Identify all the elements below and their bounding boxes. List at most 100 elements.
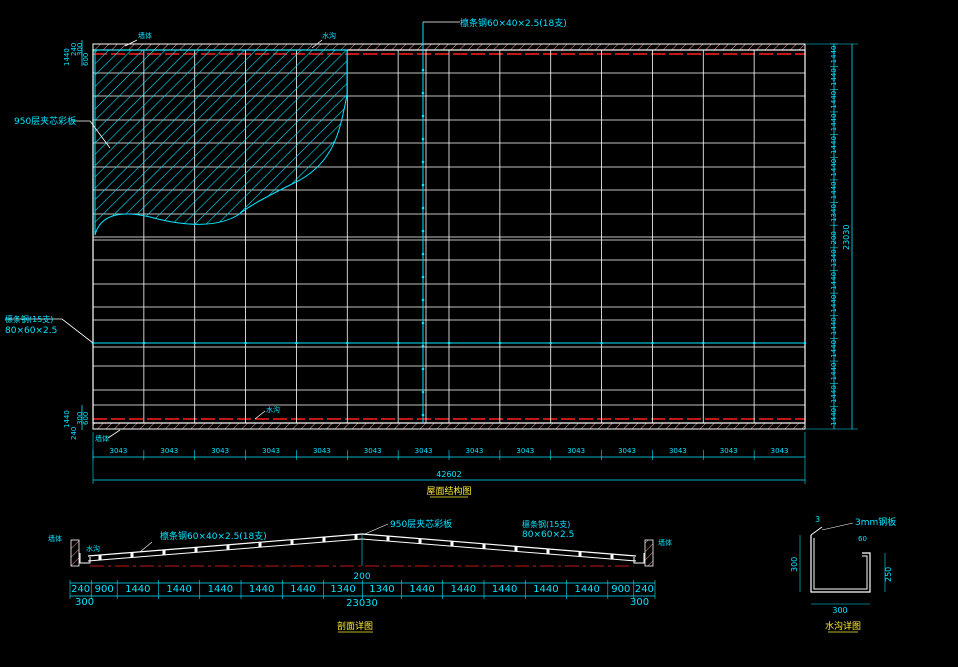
bay-dim: 3043	[720, 447, 738, 455]
plan-title: 屋面结构图	[426, 485, 471, 497]
bay-dim: 3043	[669, 447, 687, 455]
section-dim: 1440	[249, 584, 274, 595]
section-end-right: 300	[630, 597, 649, 608]
gutter-plate-label: 3mm钢板	[855, 516, 896, 528]
section-dim: 1440	[451, 584, 476, 595]
section-left-tag: 墙体	[48, 534, 62, 543]
section-right-gutter	[633, 553, 645, 564]
gutter-depth-left: 300	[790, 557, 799, 572]
right-dim: 1440	[830, 363, 838, 381]
top-gutter-tag: 水沟	[322, 31, 336, 40]
roof-plan: 墙体 水沟 檩条钢60×40×2.5(18支) 950层夹芯彩板 檩条钢(15支…	[5, 17, 858, 498]
right-dim: 1440	[830, 385, 838, 403]
right-dim: 1440	[830, 408, 838, 426]
svg-text:240: 240	[70, 427, 78, 440]
left-dim-bottom: 1440 240 300 600	[63, 405, 90, 440]
bay-dim: 3043	[110, 447, 128, 455]
right-dim: 1440	[830, 272, 838, 290]
gutter-section-outer	[810, 535, 871, 593]
bottom-gutter-tag: 水沟	[266, 405, 280, 414]
section-dim: 1440	[290, 584, 315, 595]
right-dim: 1440	[830, 181, 838, 199]
section-end-left: 300	[75, 597, 94, 608]
top-wall	[92, 43, 806, 51]
section-right-tag: 墙体	[658, 538, 672, 547]
section-title: 剖面详图	[337, 620, 373, 632]
sheet-label: 950层夹芯彩板	[14, 115, 76, 127]
section-dim: 240	[635, 584, 654, 595]
section-purlin	[322, 537, 326, 543]
section-purlin	[514, 546, 518, 552]
bay-dim: 3043	[211, 447, 229, 455]
truss-label-1: 檩条钢(15支)	[5, 314, 53, 324]
right-dimension-chain: 23030 1440 1440 1440 1440 1440 1440 1440 1340 20…	[805, 43, 858, 430]
section-purlin	[450, 541, 454, 547]
left-dim-top: 1440 240 300 600	[63, 40, 90, 66]
section-dimension-chain: 240 900 1440 1440 1440 1440 1440 1340 1340 1440 14…	[69, 580, 656, 599]
bay-dim: 3043	[466, 447, 484, 455]
gutter-depth-right: 250	[884, 567, 893, 582]
section-dim: 1440	[533, 584, 558, 595]
roof-structure-drawing: 墙体 水沟 檩条钢60×40×2.5(18支) 950层夹芯彩板 檩条钢(15支…	[5, 17, 896, 633]
truss-label-2: 80×60×2.5	[5, 326, 57, 336]
gutter-detail: 3mm钢板 3 60 300 250 300 水沟详图	[790, 515, 896, 633]
section-dim: 240	[71, 584, 90, 595]
right-dim: 1440	[830, 68, 838, 86]
section-dim: 1440	[574, 584, 599, 595]
gutter-title: 水沟详图	[825, 620, 861, 632]
section-right-wall	[644, 539, 654, 567]
bottom-wall	[92, 422, 806, 430]
section-purlin	[578, 551, 582, 557]
bay-dim: 3043	[364, 447, 382, 455]
right-dim: 1440	[830, 45, 838, 63]
section-dim: 1340	[330, 584, 355, 595]
section-purlin	[258, 542, 262, 548]
right-dim: 1440	[830, 159, 838, 177]
gutter-thk: 3	[815, 515, 820, 524]
section-left-wall	[70, 539, 80, 567]
bay-dim: 3043	[567, 447, 585, 455]
bay-dimension-chain: 42602 3043 3043 3043 3043 3043 3043 3043 3043 30…	[92, 432, 806, 484]
section-total: 23030	[346, 598, 378, 609]
right-dim: 1440	[830, 317, 838, 335]
right-dim: 1440	[830, 295, 838, 313]
total-length-dim: 42602	[436, 470, 461, 479]
right-dim: 200	[830, 231, 838, 244]
section-dim: 1440	[208, 584, 233, 595]
section-purlin	[546, 548, 550, 554]
section-purlin	[98, 555, 102, 561]
section-dim: 1440	[409, 584, 434, 595]
bay-dim: 3043	[415, 447, 433, 455]
gutter-width: 300	[832, 606, 847, 615]
bay-dim: 3043	[516, 447, 534, 455]
right-dim: 1440	[830, 113, 838, 131]
section-purlin	[482, 543, 486, 549]
right-dim: 1340	[830, 249, 838, 267]
top-left-tag: 墙体	[138, 31, 152, 40]
section-purlin	[194, 547, 198, 553]
right-dim: 1440	[830, 340, 838, 358]
section-purlin	[226, 544, 230, 550]
right-dim: 1340	[830, 204, 838, 222]
section-purlin	[162, 549, 166, 555]
section-dim: 1440	[492, 584, 517, 595]
section-left-gutter-tag: 水沟	[86, 544, 100, 553]
svg-text:1440: 1440	[63, 410, 71, 428]
section-dim: 900	[95, 584, 114, 595]
roof-section: 200 墙体 水沟 檩条钢60×40×2.5(18支) 950层夹芯彩板 檩条钢…	[48, 518, 672, 633]
section-left-gutter	[79, 553, 91, 564]
bay-dim: 3043	[771, 447, 789, 455]
section-dim: 1440	[125, 584, 150, 595]
right-dim: 1440	[830, 91, 838, 109]
bay-dim: 3043	[313, 447, 331, 455]
section-purlin	[354, 534, 358, 540]
section-purlin	[418, 538, 422, 544]
gutter-section-inner	[813, 538, 868, 590]
bay-dim: 3043	[160, 447, 178, 455]
section-sheet-label: 950层夹芯彩板	[390, 518, 452, 530]
section-purlin-label: 檩条钢60×40×2.5(18支)	[160, 530, 267, 542]
bay-dim: 3043	[618, 447, 636, 455]
right-total-dim: 23030	[842, 225, 851, 250]
ridge-dim: 200	[353, 572, 370, 582]
section-dim: 1440	[166, 584, 191, 595]
